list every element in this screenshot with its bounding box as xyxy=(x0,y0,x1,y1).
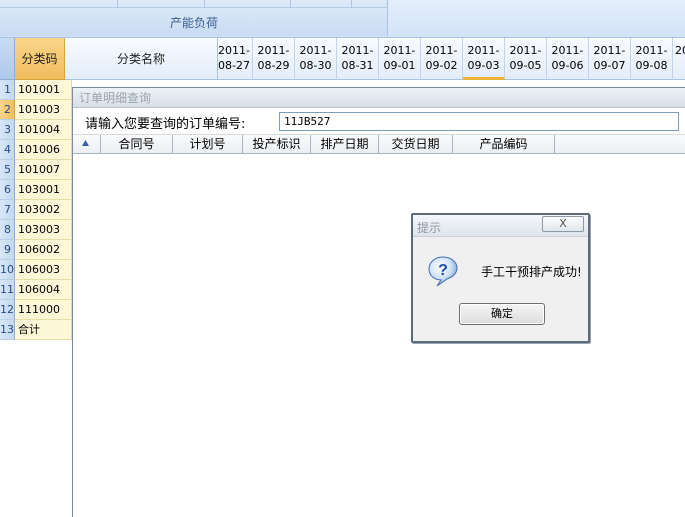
sort-icon xyxy=(82,140,89,146)
date-column-header[interactable]: 2011- 09-08 xyxy=(631,38,673,80)
row-number[interactable]: 11 xyxy=(0,280,15,300)
row-category-code: 106003 xyxy=(15,260,72,280)
row-number[interactable]: 12 xyxy=(0,300,15,320)
row-category-code: 106002 xyxy=(15,240,72,260)
row-number[interactable]: 1 xyxy=(0,80,15,100)
detail-title: 订单明细查询 xyxy=(73,88,685,108)
row-category-code: 101003 xyxy=(15,100,72,120)
row-number[interactable]: 5 xyxy=(0,160,15,180)
column-product-code[interactable]: 产品编码 xyxy=(453,135,555,154)
column-delivery-date[interactable]: 交货日期 xyxy=(379,135,453,154)
table-row[interactable]: 4 101006 xyxy=(0,140,72,160)
date-column-header[interactable]: 2011- 08-29 xyxy=(253,38,295,80)
table-row[interactable]: 5 101007 xyxy=(0,160,72,180)
date-column-header[interactable]: 2011- 08-27 xyxy=(218,38,253,80)
table-row[interactable]: 10 106003 xyxy=(0,260,72,280)
column-plan-no[interactable]: 计划号 xyxy=(173,135,243,154)
row-number[interactable]: 10 xyxy=(0,260,15,280)
dialog-title: 提示 xyxy=(417,221,442,235)
table-row[interactable]: 7 103002 xyxy=(0,200,72,220)
table-row[interactable]: 8 103003 xyxy=(0,220,72,240)
grid-empty-area xyxy=(0,340,72,517)
table-row[interactable]: 12 111000 xyxy=(0,300,72,320)
table-row[interactable]: 9 106002 xyxy=(0,240,72,260)
grid-header: 分类码 分类名称 2011- 08-27 2011- 08-29 2011- 08-… xyxy=(0,38,685,80)
date-column-header[interactable]: 2011- 09-03 xyxy=(463,38,505,80)
row-category-code: 111000 xyxy=(15,300,72,320)
order-detail-window: 订单明细查询 请输入您要查询的订单编号: 11JB527 合同号 计划号 投产标… xyxy=(72,87,685,517)
row-number[interactable]: 4 xyxy=(0,140,15,160)
row-category-code: 103002 xyxy=(15,200,72,220)
row-number[interactable]: 6 xyxy=(0,180,15,200)
dialog-close-button[interactable]: X xyxy=(542,216,584,232)
row-number[interactable]: 9 xyxy=(0,240,15,260)
ribbon-group-label: 产能负荷 xyxy=(169,16,218,30)
date-column-header[interactable]: 2011- 09-05 xyxy=(505,38,547,80)
table-row[interactable]: 1 101001 xyxy=(0,80,72,100)
svg-text:?: ? xyxy=(438,262,448,279)
query-label: 请输入您要查询的订单编号: xyxy=(85,117,246,132)
date-column-header[interactable]: 2011- xyxy=(673,38,685,80)
date-column-header[interactable]: 2011- 09-01 xyxy=(379,38,421,80)
row-category-code: 103003 xyxy=(15,220,72,240)
ribbon-group: 产能负荷 xyxy=(0,0,388,36)
column-production-flag[interactable]: 投产标识 xyxy=(243,135,311,154)
table-row[interactable]: 6 103001 xyxy=(0,180,72,200)
date-column-header[interactable]: 2011- 09-07 xyxy=(589,38,631,80)
row-number[interactable]: 13 xyxy=(0,320,15,340)
date-column-header[interactable]: 2011- 09-02 xyxy=(421,38,463,80)
row-category-code: 101007 xyxy=(15,160,72,180)
column-schedule-date[interactable]: 排产日期 xyxy=(311,135,379,154)
column-header-name[interactable]: 分类名称 xyxy=(65,38,218,80)
table-row[interactable]: 2 101003 xyxy=(0,100,72,120)
dialog-titlebar: 提示 X xyxy=(413,215,588,237)
message-dialog: 提示 X ? 手工干预排产成功! 确定 xyxy=(411,213,590,343)
row-category-code: 103001 xyxy=(15,180,72,200)
row-number[interactable]: 3 xyxy=(0,120,15,140)
row-number[interactable]: 8 xyxy=(0,220,15,240)
column-contract-no[interactable]: 合同号 xyxy=(101,135,173,154)
row-number[interactable]: 2 xyxy=(0,100,15,120)
sort-column[interactable] xyxy=(73,135,101,154)
row-header-corner xyxy=(0,38,15,80)
dialog-message: 手工干预排产成功! xyxy=(481,265,582,279)
order-number-input[interactable]: 11JB527 xyxy=(279,112,679,131)
column-header-code[interactable]: 分类码 xyxy=(15,38,65,80)
row-category-code: 101004 xyxy=(15,120,72,140)
ribbon: 产能负荷 xyxy=(0,0,685,38)
row-category-code: 合计 xyxy=(15,320,72,340)
row-category-code: 101001 xyxy=(15,80,72,100)
table-row[interactable]: 13 合计 xyxy=(0,320,72,340)
ribbon-group-top xyxy=(0,0,388,8)
date-column-header[interactable]: 2011- 08-30 xyxy=(295,38,337,80)
question-icon: ? xyxy=(428,256,458,287)
date-column-header[interactable]: 2011- 08-31 xyxy=(337,38,379,80)
date-column-header[interactable]: 2011- 09-06 xyxy=(547,38,589,80)
table-row[interactable]: 11 106004 xyxy=(0,280,72,300)
query-bar: 请输入您要查询的订单编号: 11JB527 xyxy=(73,108,685,135)
table-row[interactable]: 3 101004 xyxy=(0,120,72,140)
ok-button[interactable]: 确定 xyxy=(459,303,545,325)
row-number[interactable]: 7 xyxy=(0,200,15,220)
row-category-code: 106004 xyxy=(15,280,72,300)
row-category-code: 101006 xyxy=(15,140,72,160)
detail-column-header: 合同号 计划号 投产标识 排产日期 交货日期 产品编码 xyxy=(73,135,685,154)
